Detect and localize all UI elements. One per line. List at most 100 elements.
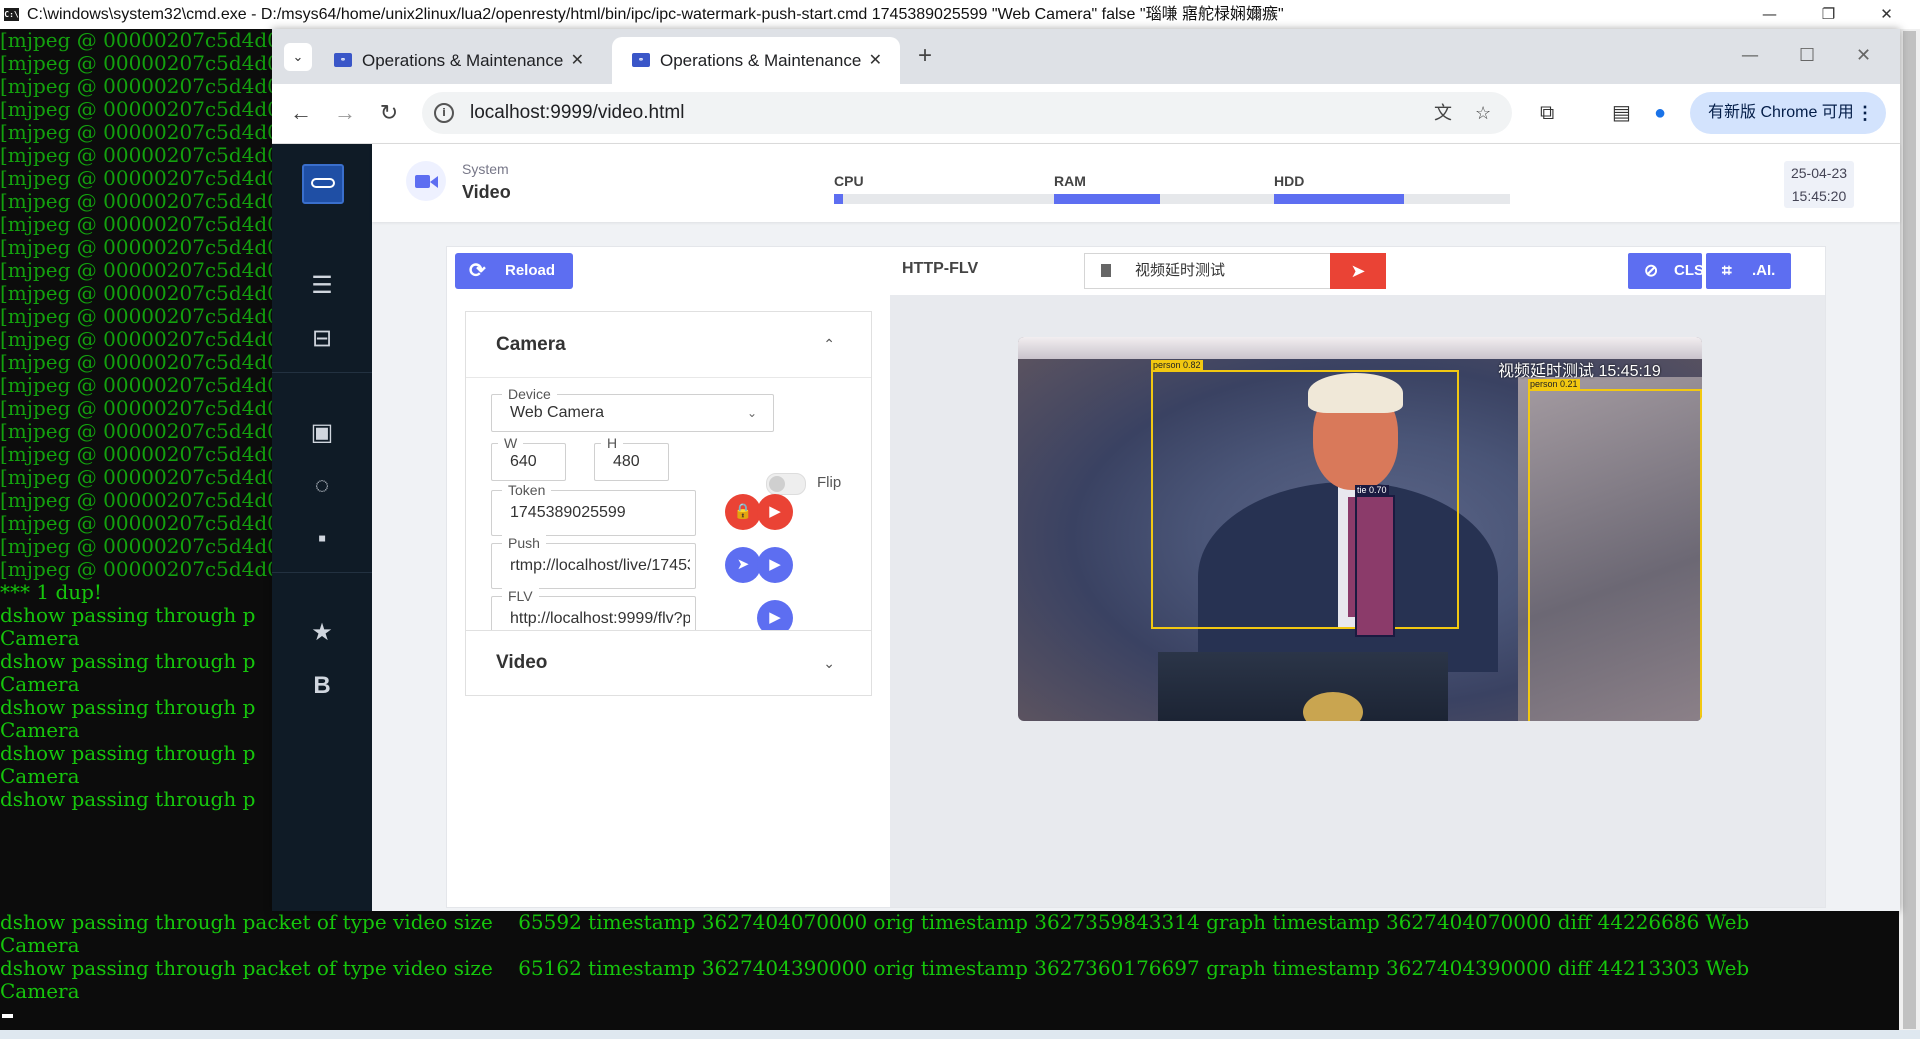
send-watermark-button[interactable]: ➤ bbox=[1330, 253, 1386, 289]
console-line: [mjpeg @ 00000207c5d4d0 bbox=[0, 511, 280, 535]
device-select[interactable]: Device Web Camera ⌄ bbox=[491, 386, 774, 432]
profile-icon[interactable]: ● bbox=[1654, 96, 1666, 130]
sidebar-favorite-icon[interactable]: ★ bbox=[302, 615, 342, 651]
page-header: System Video CPU RAM HDD 25-04-23 15:45:… bbox=[372, 144, 1900, 222]
video-player[interactable]: 视频延时测试 15:45:19 person 0.82 person 0.21 … bbox=[1018, 337, 1702, 721]
width-input[interactable]: W 640 bbox=[491, 435, 566, 481]
ai-button[interactable]: ⌗ .AI. bbox=[1706, 253, 1791, 289]
chevron-down-icon: ⌄ bbox=[746, 406, 757, 420]
cls-label: CLS bbox=[1674, 262, 1704, 279]
datetime-badge: 25-04-23 15:45:20 bbox=[1784, 161, 1854, 208]
console-line: Camera bbox=[0, 979, 80, 1003]
camera-control-panel: ⟳ Reload Camera ⌃ Device Web Camera ⌄ W bbox=[446, 246, 891, 908]
tab-operations-1[interactable]: ⚭ Operations & Maintenance ✕ bbox=[314, 37, 602, 84]
cmd-close-button[interactable]: ✕ bbox=[1864, 0, 1909, 29]
console-line: [mjpeg @ 00000207c5d4d0 bbox=[0, 212, 280, 236]
push-url-value[interactable]: rtmp://localhost/live/174538 bbox=[510, 544, 690, 588]
reload-label: Reload bbox=[505, 262, 556, 279]
watermark-input[interactable]: 视频延时测试 bbox=[1084, 253, 1332, 289]
sidebar-storage-icon[interactable]: ⊟ bbox=[302, 321, 342, 357]
video-section-header[interactable]: Video ⌄ bbox=[466, 631, 871, 695]
update-label: 有新版 Chrome 可用 bbox=[1708, 104, 1854, 121]
tab-close-icon[interactable]: ✕ bbox=[571, 37, 584, 84]
reload-icon: ⟳ bbox=[469, 260, 486, 282]
console-line: [mjpeg @ 00000207c5d4d0 bbox=[0, 396, 280, 420]
new-tab-button[interactable]: + bbox=[918, 44, 932, 68]
site-info-icon[interactable]: i bbox=[434, 103, 454, 123]
forward-button[interactable]: → bbox=[328, 96, 362, 130]
chevron-up-icon[interactable]: ⌃ bbox=[823, 312, 835, 377]
cpu-meter bbox=[834, 194, 1070, 204]
url-text[interactable]: localhost:9999/video.html bbox=[470, 92, 684, 134]
video-section-title: Video bbox=[496, 652, 548, 673]
scan-icon: ⌗ bbox=[1722, 261, 1732, 280]
console-line: [mjpeg @ 00000207c5d4d0 bbox=[0, 143, 280, 167]
reload-page-button[interactable]: ↻ bbox=[372, 96, 406, 130]
push-play-button[interactable]: ▶ bbox=[757, 547, 793, 583]
video-section[interactable]: Video ⌄ bbox=[465, 630, 872, 696]
back-button[interactable]: ← bbox=[284, 96, 318, 130]
main-content: System Video CPU RAM HDD 25-04-23 15:45:… bbox=[372, 144, 1900, 911]
console-line: [mjpeg @ 00000207c5d4d0 bbox=[0, 120, 280, 144]
cls-button[interactable]: ⊘ CLS bbox=[1628, 253, 1704, 289]
height-input[interactable]: H 480 bbox=[594, 435, 669, 481]
browser-close-button[interactable]: ✕ bbox=[1856, 44, 1871, 68]
width-value[interactable]: 640 bbox=[510, 444, 537, 480]
tab-operations-2[interactable]: ⚭ Operations & Maintenance ✕ bbox=[612, 37, 900, 84]
sidebar-chat-icon[interactable]: ◌ bbox=[302, 468, 342, 504]
ram-meter bbox=[1054, 194, 1290, 204]
sidebar-message-icon[interactable]: ▪ bbox=[302, 521, 342, 557]
time-text: 15:45:20 bbox=[1791, 188, 1847, 204]
detection-label: tie 0.70 bbox=[1355, 485, 1389, 496]
token-value[interactable]: 1745389025599 bbox=[510, 491, 690, 535]
cmd-restore-button[interactable]: ❐ bbox=[1806, 0, 1851, 29]
sidebar: ☰ ⊟ ▣ ◌ ▪ ★ B bbox=[272, 144, 372, 911]
console-line: Camera bbox=[0, 672, 80, 696]
device-value: Web Camera bbox=[510, 404, 604, 421]
reload-button[interactable]: ⟳ Reload bbox=[455, 253, 573, 289]
sidebar-list-icon[interactable]: ☰ bbox=[302, 268, 342, 304]
flip-toggle[interactable] bbox=[766, 473, 806, 495]
detection-box-person: person 0.82 bbox=[1151, 360, 1459, 629]
sidebar-b-icon[interactable]: B bbox=[302, 668, 342, 704]
page-title: Video bbox=[462, 182, 511, 202]
tab-title: Operations & Maintenance bbox=[362, 51, 564, 70]
height-value[interactable]: 480 bbox=[613, 444, 640, 480]
detection-box-person: person 0.21 bbox=[1528, 379, 1702, 721]
watermark-value[interactable]: 视频延时测试 bbox=[1135, 254, 1225, 288]
chevron-down-icon[interactable]: ⌄ bbox=[823, 631, 835, 695]
camera-section-header[interactable]: Camera ⌃ bbox=[466, 312, 871, 378]
token-play-button[interactable]: ▶ bbox=[757, 494, 793, 530]
favicon-icon: ⚭ bbox=[632, 53, 650, 67]
browser-maximize-button[interactable]: ☐ bbox=[1799, 44, 1815, 68]
push-url-field[interactable]: Push rtmp://localhost/live/174538 bbox=[491, 535, 696, 589]
browser-minimize-button[interactable]: — bbox=[1741, 44, 1759, 68]
sidebar-image-icon[interactable]: ▣ bbox=[302, 415, 342, 451]
chrome-update-button[interactable]: 有新版 Chrome 可用 ⋮ bbox=[1690, 92, 1886, 134]
tab-search-button[interactable]: ⌄ bbox=[284, 43, 312, 71]
cmd-minimize-button[interactable]: — bbox=[1747, 0, 1792, 29]
address-bar[interactable]: i localhost:9999/video.html 文 ☆ bbox=[422, 92, 1512, 134]
console-scrollbar[interactable]: ▲ bbox=[1899, 29, 1920, 1039]
scrollbar-thumb[interactable] bbox=[1903, 31, 1916, 1029]
console-line: dshow passing through packet of type vid… bbox=[0, 910, 1750, 934]
lock-button[interactable]: 🔒 bbox=[725, 494, 761, 530]
translate-icon[interactable]: 文 bbox=[1434, 92, 1452, 134]
menu-icon[interactable]: ⋮ bbox=[1856, 92, 1874, 134]
token-field[interactable]: Token 1745389025599 bbox=[491, 482, 696, 536]
web-page: ☰ ⊟ ▣ ◌ ▪ ★ B System Video CPU RAM HDD 2… bbox=[272, 144, 1900, 911]
bookmark-star-icon[interactable]: ☆ bbox=[1475, 92, 1491, 134]
side-panel-icon[interactable]: ▤ bbox=[1612, 96, 1631, 130]
tab-close-icon[interactable]: ✕ bbox=[869, 37, 882, 84]
flip-label: Flip bbox=[817, 474, 842, 491]
console-line: [mjpeg @ 00000207c5d4d0 bbox=[0, 350, 280, 374]
console-line: dshow passing through packet of type vid… bbox=[0, 956, 1750, 980]
push-send-button[interactable]: ➤ bbox=[725, 547, 761, 583]
console-line: Camera bbox=[0, 933, 80, 957]
app-logo[interactable] bbox=[302, 164, 344, 204]
browser-window: ⌄ ⚭ Operations & Maintenance ✕ ⚭ Operati… bbox=[272, 29, 1900, 911]
console-line: [mjpeg @ 00000207c5d4d0 bbox=[0, 373, 280, 397]
extensions-icon[interactable]: ⧉ bbox=[1540, 96, 1554, 130]
ram-label: RAM bbox=[1054, 173, 1086, 189]
tab-strip: ⌄ ⚭ Operations & Maintenance ✕ ⚭ Operati… bbox=[272, 29, 1900, 84]
